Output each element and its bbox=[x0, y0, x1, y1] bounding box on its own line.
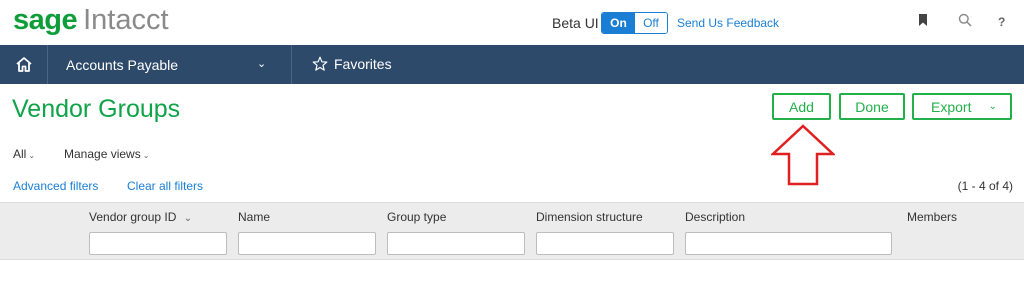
module-label: Accounts Payable bbox=[66, 57, 179, 73]
toggle-on-option[interactable]: On bbox=[602, 13, 635, 33]
manage-views-menu[interactable]: Manage views ⌄ bbox=[64, 147, 149, 161]
column-header-members: Members bbox=[907, 210, 958, 224]
column-header-dimension-structure[interactable]: Dimension structure bbox=[536, 210, 643, 224]
main-nav: Accounts Payable ⌄ Favorites bbox=[0, 45, 1024, 84]
logo-primary: sage bbox=[13, 4, 78, 36]
chevron-down-icon: ⌄ bbox=[142, 151, 150, 160]
filter-input-dimension-structure[interactable] bbox=[536, 232, 674, 255]
module-menu[interactable]: Accounts Payable ⌄ bbox=[48, 45, 292, 84]
filter-input-name[interactable] bbox=[238, 232, 376, 255]
add-button[interactable]: Add bbox=[772, 93, 831, 120]
grid-header: Vendor group ID ⌄ Name Group type Dimens… bbox=[0, 202, 1024, 260]
page-title: Vendor Groups bbox=[12, 95, 181, 123]
home-icon bbox=[15, 57, 32, 72]
sort-chevron-icon: ⌄ bbox=[183, 213, 193, 224]
view-selector[interactable]: All ⌄ bbox=[13, 147, 35, 161]
star-icon bbox=[312, 56, 328, 71]
column-header-name[interactable]: Name bbox=[238, 210, 270, 224]
help-icon[interactable]: ? bbox=[998, 15, 1014, 33]
manage-views-label: Manage views bbox=[64, 147, 141, 161]
column-label: Vendor group ID bbox=[89, 210, 177, 224]
sage-intacct-logo[interactable]: sage Intacct bbox=[13, 2, 169, 38]
column-header-vendor-group-id[interactable]: Vendor group ID ⌄ bbox=[89, 210, 192, 224]
favorites-label: Favorites bbox=[334, 56, 392, 72]
beta-ui-toggle[interactable]: On Off bbox=[601, 12, 668, 34]
filter-input-group-type[interactable] bbox=[387, 232, 525, 255]
view-selector-label: All bbox=[13, 147, 27, 161]
clear-all-filters-link[interactable]: Clear all filters bbox=[127, 179, 203, 193]
column-header-description[interactable]: Description bbox=[685, 210, 745, 224]
filter-input-vendor-group-id[interactable] bbox=[89, 232, 227, 255]
chevron-down-icon: ⌄ bbox=[988, 101, 997, 112]
filter-input-description[interactable] bbox=[685, 232, 892, 255]
annotation-arrow-icon bbox=[771, 124, 835, 186]
advanced-filters-link[interactable]: Advanced filters bbox=[13, 179, 98, 193]
search-icon[interactable] bbox=[958, 13, 974, 31]
top-bar: sage Intacct Beta UI On Off Send Us Feedb… bbox=[0, 0, 1024, 45]
logo-secondary: Intacct bbox=[83, 4, 169, 36]
export-button[interactable]: Export ⌄ bbox=[912, 93, 1012, 120]
home-button[interactable] bbox=[0, 45, 48, 84]
record-count: (1 - 4 of 4) bbox=[957, 179, 1013, 193]
column-header-group-type[interactable]: Group type bbox=[387, 210, 446, 224]
export-label: Export bbox=[931, 98, 972, 115]
chevron-down-icon: ⌄ bbox=[28, 151, 36, 160]
toggle-off-option[interactable]: Off bbox=[635, 13, 667, 33]
done-button[interactable]: Done bbox=[839, 93, 905, 120]
chevron-down-icon: ⌄ bbox=[257, 58, 267, 70]
bookmark-icon[interactable] bbox=[918, 13, 934, 31]
send-feedback-link[interactable]: Send Us Feedback bbox=[677, 16, 779, 30]
beta-ui-label: Beta UI bbox=[552, 15, 599, 31]
favorites-menu[interactable]: Favorites bbox=[312, 56, 392, 72]
